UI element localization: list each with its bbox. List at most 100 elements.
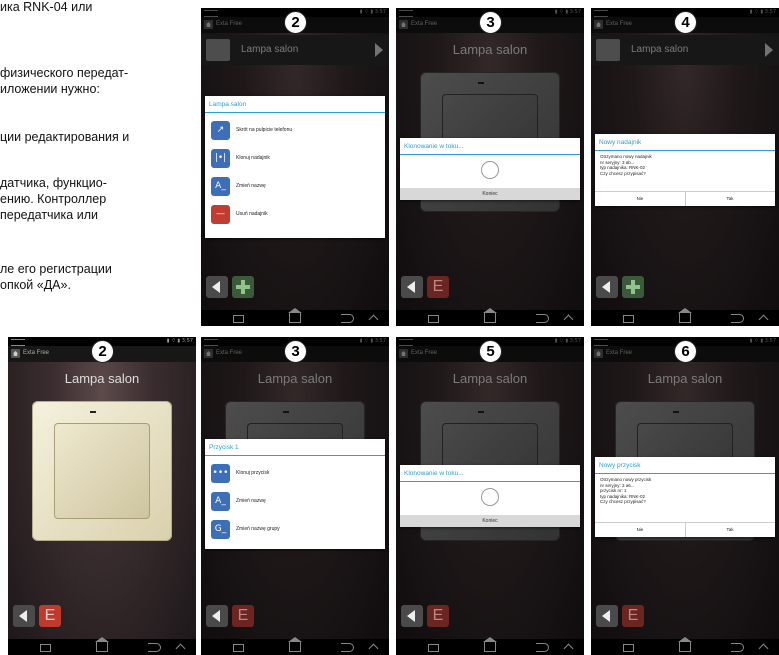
android-nav-bar (591, 308, 779, 326)
app-name: Exta Free (216, 350, 243, 356)
chevron-up-icon[interactable] (758, 314, 769, 325)
menu-item-shortcut[interactable]: ↗ Skrót na pulpicie telefonu (205, 118, 385, 145)
back-button[interactable] (401, 276, 423, 298)
home-icon[interactable] (594, 20, 603, 29)
next-arrow-icon[interactable] (765, 43, 773, 57)
manual-line: ика RNK-04 или (0, 0, 93, 14)
rename-icon: A_ (211, 177, 230, 196)
home-nav-icon[interactable] (483, 637, 497, 652)
home-nav-icon[interactable] (483, 308, 497, 323)
step-badge: 2 (284, 11, 307, 34)
chevron-up-icon[interactable] (563, 643, 574, 654)
back-nav-icon[interactable] (731, 314, 744, 323)
recent-apps-icon[interactable] (233, 315, 244, 323)
next-arrow-icon[interactable] (375, 43, 383, 57)
manual-line: ле его регистрации (0, 262, 112, 276)
device-title: Lampa salon (241, 44, 299, 55)
back-nav-icon[interactable] (148, 643, 161, 652)
add-button[interactable] (232, 276, 254, 298)
android-nav-bar (396, 637, 584, 655)
back-nav-icon[interactable] (341, 643, 354, 652)
home-nav-icon[interactable] (288, 308, 302, 323)
back-button[interactable] (596, 605, 618, 627)
recent-apps-icon[interactable] (623, 644, 634, 652)
manual-line: ению. Контроллер (0, 192, 107, 206)
edit-button[interactable]: E (622, 605, 644, 627)
android-nav-bar (591, 637, 779, 655)
device-thumbnail (206, 39, 230, 61)
recent-apps-icon[interactable] (233, 644, 244, 652)
back-nav-icon[interactable] (536, 643, 549, 652)
dialog-message: Otrzymano nowy nadajnik nr seryjny: 3 ab… (600, 154, 652, 176)
back-button[interactable] (13, 605, 35, 627)
yes-button[interactable]: Tak (685, 196, 775, 201)
device-title: Lampa salon (257, 371, 333, 386)
recent-apps-icon[interactable] (428, 644, 439, 652)
cloning-progress-dialog: Klonowanie w toku... Koniec (400, 138, 580, 200)
chevron-up-icon[interactable] (758, 643, 769, 654)
rename-group-icon: G_ (211, 520, 230, 539)
edit-button[interactable]: E (427, 605, 449, 627)
no-button[interactable]: Nie (595, 527, 685, 532)
device-title: Lampa salon (631, 44, 689, 55)
dialog-title: Klonowanie w toku... (404, 143, 464, 150)
home-nav-icon[interactable] (288, 637, 302, 652)
back-nav-icon[interactable] (341, 314, 354, 323)
dialog-title: Klonowanie w toku... (404, 470, 464, 477)
home-nav-icon[interactable] (95, 637, 109, 652)
home-icon[interactable] (204, 349, 213, 358)
android-nav-bar (201, 308, 389, 326)
home-icon[interactable] (594, 349, 603, 358)
chevron-up-icon[interactable] (368, 643, 379, 654)
delete-icon: — (211, 205, 230, 224)
dialog-title: Nowy nadajnik (599, 139, 642, 146)
step-badge: 3 (284, 340, 307, 363)
back-nav-icon[interactable] (536, 314, 549, 323)
dialog-title: Przycisk 1 (209, 444, 239, 451)
manual-line: передатчика или (0, 208, 98, 222)
app-name: Exta Free (606, 21, 633, 27)
edit-button[interactable]: E (427, 276, 449, 298)
recent-apps-icon[interactable] (40, 644, 51, 652)
dialog-title: Lampa salon (209, 101, 247, 108)
home-nav-icon[interactable] (678, 637, 692, 652)
yes-button[interactable]: Tak (685, 527, 775, 532)
back-button[interactable] (206, 605, 228, 627)
step-badge: 2 (91, 340, 114, 363)
app-name: Exta Free (23, 350, 50, 356)
back-button[interactable] (596, 276, 618, 298)
menu-item-clone-button[interactable]: ••• Klonuj przycisk (205, 461, 385, 488)
screenshot-top-step-4: ▮ ⌔ ▮ 3:57 Exta Free 4 Lampa salon Nowy … (591, 8, 779, 326)
add-button[interactable] (622, 276, 644, 298)
recent-apps-icon[interactable] (623, 315, 634, 323)
shortcut-icon: ↗ (211, 121, 230, 140)
back-button[interactable] (401, 605, 423, 627)
step-badge: 4 (674, 11, 697, 34)
finish-button[interactable]: Koniec (400, 515, 580, 527)
chevron-up-icon[interactable] (563, 314, 574, 325)
home-icon[interactable] (399, 349, 408, 358)
edit-button[interactable]: E (232, 605, 254, 627)
new-transmitter-dialog: Nowy nadajnik Otrzymano nowy nadajnik nr… (595, 134, 775, 206)
chevron-up-icon[interactable] (368, 314, 379, 325)
home-icon[interactable] (11, 349, 20, 358)
button-menu-dialog: Przycisk 1 ••• Klonuj przycisk A_ Zmień … (205, 439, 385, 549)
screenshot-top-step-2: ▮ ⌔ ▮ 3:57 Exta Free 2 Lampa salon Lampa… (201, 8, 389, 326)
menu-item-rename[interactable]: A_ Zmień nazwę (205, 174, 385, 201)
home-nav-icon[interactable] (678, 308, 692, 323)
edit-button[interactable]: E (39, 605, 61, 627)
home-icon[interactable] (204, 20, 213, 29)
menu-item-delete-transmitter[interactable]: — Usuń nadajnik (205, 202, 385, 229)
menu-item-rename[interactable]: A_ Zmień nazwę (205, 489, 385, 516)
light-switch-image[interactable] (32, 401, 172, 541)
finish-button[interactable]: Koniec (400, 188, 580, 200)
no-button[interactable]: Nie (595, 196, 685, 201)
menu-item-clone-transmitter[interactable]: |•| Klonuj nadajnik (205, 146, 385, 173)
back-nav-icon[interactable] (731, 643, 744, 652)
device-thumbnail (596, 39, 620, 61)
menu-item-rename-group[interactable]: G_ Zmień nazwę grupy (205, 517, 385, 544)
recent-apps-icon[interactable] (428, 315, 439, 323)
chevron-up-icon[interactable] (175, 643, 186, 654)
back-button[interactable] (206, 276, 228, 298)
home-icon[interactable] (399, 20, 408, 29)
